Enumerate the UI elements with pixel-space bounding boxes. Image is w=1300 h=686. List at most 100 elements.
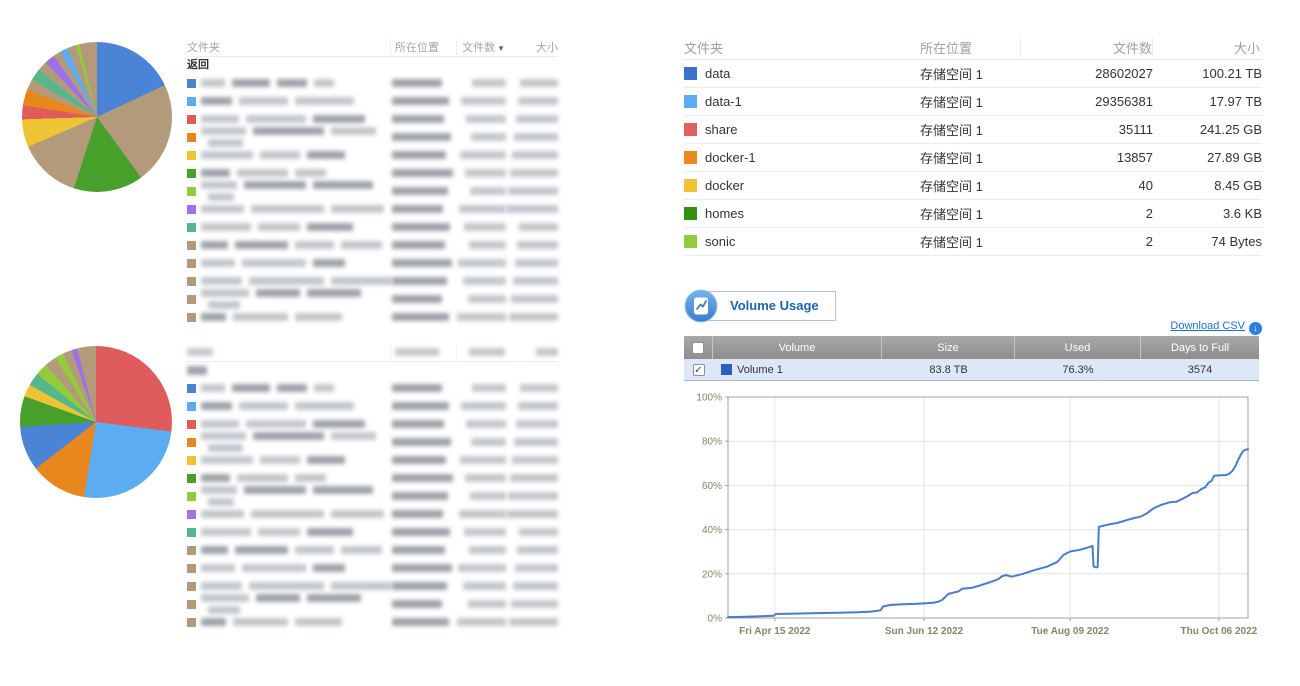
redacted-text [295,97,354,105]
redacted-text [392,223,450,231]
column-header-folder[interactable]: 文件夹 [684,38,920,57]
folder-row-redacted[interactable] [187,433,558,451]
back-link[interactable]: 返回 [187,57,558,74]
volume-usage-line-chart: 0%20%40%60%80%100%Fri Apr 15 2022Sun Jun… [684,390,1262,646]
folder-row-redacted[interactable] [187,541,558,559]
redacted-text [239,402,288,410]
redacted-text [251,510,324,518]
folder-row-redacted[interactable] [187,92,558,110]
folder-size-pie-chart-top[interactable] [22,42,172,192]
redacted-text [392,313,449,321]
redacted-text [208,606,240,614]
volume-row[interactable]: ✓Volume 183.8 TB76.3%3574 [684,359,1259,380]
redacted-text [469,241,506,249]
folder-color-icon [187,187,196,196]
redacted-text [242,564,306,572]
folder-row-redacted[interactable] [187,128,558,146]
redacted-text [392,564,452,572]
redacted-text [459,205,506,213]
folder-row-redacted[interactable] [187,236,558,254]
redacted-text [239,97,288,105]
column-header-location[interactable]: 所在位置 [920,38,1020,57]
folder-row-redacted[interactable] [187,200,558,218]
folder-row-redacted[interactable] [187,523,558,541]
select-all-checkbox[interactable] [692,342,704,354]
redacted-text [465,474,506,482]
folder-row-redacted[interactable] [187,397,558,415]
folder-location: 存储空间 1 [920,176,1020,195]
redacted-text [463,582,506,590]
shared-folder-table: 文件夹 所在位置 文件数 大小 data存储空间 128602027100.21… [684,36,1262,256]
redacted-text [233,313,288,321]
folder-size: 74 Bytes [1153,234,1262,249]
column-header-folder[interactable]: 文件夹 [187,39,390,55]
folder-size-pie-chart-bottom[interactable] [20,346,172,498]
column-header-count[interactable]: 文件数▼ [456,39,505,55]
download-csv-link[interactable]: Download CSV↓ [1040,320,1262,335]
redacted-text [511,295,558,303]
volume-checkbox[interactable]: ✓ [693,364,705,376]
folder-row-redacted[interactable] [187,290,558,308]
folder-row-redacted[interactable] [187,487,558,505]
folder-row-redacted[interactable] [187,146,558,164]
folder-size: 27.89 GB [1153,150,1262,165]
folder-row-redacted[interactable] [187,595,558,613]
folder-row-redacted[interactable] [187,451,558,469]
folder-color-icon [187,510,196,519]
folder-row[interactable]: homes存储空间 123.6 KB [684,200,1262,228]
redacted-text [246,420,306,428]
table-body: data存储空间 128602027100.21 TBdata-1存储空间 12… [684,60,1262,256]
redacted-text [258,528,300,536]
folder-row-redacted[interactable] [187,613,558,631]
redacted-text [512,151,558,159]
download-csv-label: Download CSV [1170,320,1245,332]
column-header-size[interactable]: 大小 [505,39,558,55]
redacted-text [516,115,558,123]
column-header-size[interactable]: Size [882,336,1015,359]
redacted-text [201,402,232,410]
redacted-text [201,594,249,602]
folder-row-redacted[interactable] [187,74,558,92]
folder-row[interactable]: data存储空间 128602027100.21 TB [684,60,1262,88]
folder-row[interactable]: data-1存储空间 12935638117.97 TB [684,88,1262,116]
folder-row[interactable]: docker存储空间 1408.45 GB [684,172,1262,200]
redacted-text [392,295,442,303]
folder-color-icon [684,207,697,220]
column-header-size[interactable]: 大小 [1152,38,1260,57]
redacted-text [512,456,558,464]
redacted-text [295,618,342,626]
column-header-volume[interactable]: Volume [713,336,882,359]
redacted-text [515,259,558,267]
redacted-text [470,492,506,500]
volume-name: Volume 1 [737,364,783,376]
folder-row-redacted[interactable] [187,559,558,577]
folder-row[interactable]: share存储空间 135111241.25 GB [684,116,1262,144]
redacted-text [256,594,300,602]
folder-row-redacted[interactable] [187,182,558,200]
folder-row-redacted[interactable] [187,379,558,397]
folder-row-redacted[interactable] [187,308,558,326]
redacted-text [517,546,558,554]
folder-row-redacted[interactable] [187,505,558,523]
redacted-text [331,205,384,213]
table-body [187,379,558,631]
column-header-location[interactable]: 所在位置 [390,39,456,55]
folder-row[interactable]: docker-1存储空间 11385727.89 GB [684,144,1262,172]
column-header-days-to-full[interactable]: Days to Full [1141,336,1259,359]
redacted-text [518,402,558,410]
redacted-text [201,618,226,626]
volume-used: 76.3% [1015,359,1141,380]
folder-row-redacted[interactable] [187,218,558,236]
redacted-text [201,169,230,177]
folder-size: 100.21 TB [1153,66,1262,81]
column-header-count[interactable]: 文件数 [1020,38,1152,57]
redacted-text [460,456,506,464]
folder-row-redacted[interactable] [187,254,558,272]
column-header-used[interactable]: Used [1015,336,1141,359]
volume-days-to-full: 3574 [1141,359,1259,380]
back-link-redacted[interactable] [187,362,558,379]
redacted-text [392,384,442,392]
redacted-text [468,600,506,608]
redacted-text [244,181,306,189]
folder-row[interactable]: sonic存储空间 1274 Bytes [684,228,1262,256]
